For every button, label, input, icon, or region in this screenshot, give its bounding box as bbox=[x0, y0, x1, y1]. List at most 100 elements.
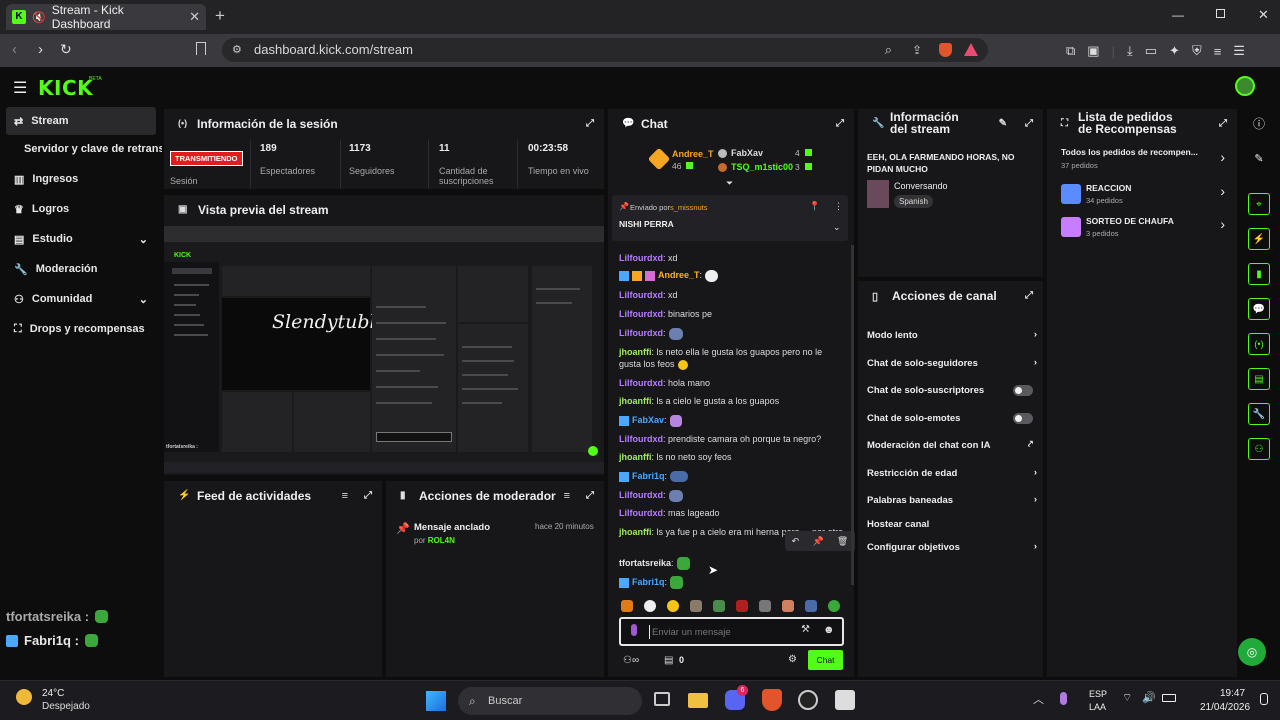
battery-icon[interactable] bbox=[1162, 694, 1176, 702]
emote-icon[interactable] bbox=[690, 600, 702, 612]
chat-username[interactable]: jhoanffi bbox=[619, 527, 652, 537]
chat-username[interactable]: Andree_T bbox=[658, 270, 700, 280]
nav-item-ingresos[interactable]: ▥ Ingresos bbox=[6, 165, 156, 193]
users-icon[interactable]: ⚇∞ bbox=[623, 655, 639, 666]
download-icon[interactable]: ⤓ bbox=[1127, 43, 1133, 59]
stream-preview-video[interactable]: Slendytubbies tfortatsreika : KICK bbox=[164, 226, 604, 473]
chat-username[interactable]: Lilfourdxd bbox=[619, 508, 663, 518]
extensions-icon[interactable]: ⧉ bbox=[1066, 43, 1075, 59]
help-fab-icon[interactable]: ◎ bbox=[1238, 638, 1266, 666]
send-chat-button[interactable]: Chat bbox=[808, 650, 843, 670]
emote-icon[interactable] bbox=[644, 600, 656, 612]
reply-icon[interactable]: ↶ bbox=[792, 536, 800, 547]
delete-icon[interactable]: 🗑 bbox=[837, 536, 848, 547]
site-info-icon[interactable]: ⚙ bbox=[232, 38, 242, 62]
emote-icon[interactable] bbox=[782, 600, 794, 612]
pinned-user[interactable]: s_missnuts bbox=[670, 203, 708, 212]
channel-action-host[interactable]: Hostear canal bbox=[867, 516, 1037, 532]
maximize-icon[interactable] bbox=[1216, 9, 1225, 18]
mod-username[interactable]: ROL4N bbox=[428, 536, 455, 545]
chat-username[interactable]: tfortatsreika bbox=[619, 558, 671, 568]
chat-username[interactable]: Lilfourdxd bbox=[619, 490, 663, 500]
channel-action-followers-only[interactable]: Chat de solo-seguidores › bbox=[867, 355, 1037, 371]
expand-icon[interactable]: ⤢ bbox=[1219, 118, 1227, 129]
vpn-icon[interactable]: ⛨ bbox=[1192, 43, 1202, 59]
obs-icon[interactable] bbox=[798, 690, 818, 710]
nav-item-logros[interactable]: ♛ Logros bbox=[6, 195, 156, 223]
chat-input-box[interactable]: ⚒ ☻ bbox=[619, 617, 844, 646]
user-avatar[interactable] bbox=[1235, 76, 1255, 96]
filter-icon[interactable]: ≡ bbox=[564, 490, 570, 502]
mute-tab-icon[interactable]: 🔇 bbox=[32, 11, 46, 24]
quick-action-icon[interactable]: ⚡ bbox=[1248, 228, 1270, 250]
chat-scrollbar[interactable] bbox=[851, 245, 854, 585]
emote-icon[interactable] bbox=[736, 600, 748, 612]
expand-icon[interactable]: ⤢ bbox=[364, 490, 372, 501]
notifications-icon[interactable] bbox=[1260, 693, 1268, 705]
taskbar-search[interactable]: ⌕ Buscar bbox=[458, 687, 642, 715]
file-explorer-icon[interactable] bbox=[688, 693, 708, 708]
pin-message-icon[interactable]: 📌 bbox=[812, 536, 823, 547]
reload-icon[interactable]: ↻ bbox=[60, 41, 72, 58]
reward-item[interactable]: REACCION 34 pedidos › bbox=[1061, 181, 1225, 209]
expand-icon[interactable]: ⤢ bbox=[586, 118, 594, 129]
brave-shield-icon[interactable] bbox=[939, 43, 952, 57]
chat-username[interactable]: Lilfourdxd bbox=[619, 253, 663, 263]
chat-username[interactable]: jhoanffi bbox=[619, 347, 652, 357]
browser-tab[interactable]: K 🔇 Stream - Kick Dashboard ✕ bbox=[6, 3, 206, 31]
magic-icon[interactable]: ⚒ bbox=[801, 624, 810, 635]
channel-action-ai-moderation[interactable]: Moderación del chat con IA ⤤ bbox=[867, 437, 1037, 453]
close-tab-icon[interactable]: ✕ bbox=[189, 9, 200, 25]
emoji-picker-icon[interactable]: ☻ bbox=[823, 624, 835, 636]
wifi-icon[interactable]: ⌔ bbox=[1122, 691, 1132, 705]
clock-time[interactable]: 19:47 bbox=[1220, 688, 1245, 699]
edit-layout-icon[interactable]: ✎ bbox=[1248, 147, 1270, 169]
emote-icon[interactable] bbox=[805, 600, 817, 612]
expand-icon[interactable]: ⤢ bbox=[1025, 290, 1033, 301]
forward-icon[interactable]: › bbox=[38, 41, 43, 58]
chat-username[interactable]: Lilfourdxd bbox=[619, 378, 663, 388]
sidebar-toggle-icon[interactable]: ≡ bbox=[1214, 44, 1222, 59]
clip-icon[interactable]: ⌖ bbox=[1248, 193, 1270, 215]
zoom-icon[interactable]: ⌕ bbox=[885, 38, 892, 62]
emote-icon[interactable] bbox=[713, 600, 725, 612]
more-options-icon[interactable]: ⋮ bbox=[834, 201, 843, 212]
broadcast-icon[interactable]: (•) bbox=[1248, 333, 1270, 355]
community-panel-icon[interactable]: ⚇ bbox=[1248, 438, 1270, 460]
edit-icon[interactable]: ✎ bbox=[999, 118, 1007, 129]
leo-ai-icon[interactable]: ✦ bbox=[1169, 43, 1180, 59]
chat-username[interactable]: Lilfourdxd bbox=[619, 434, 663, 444]
kick-logo[interactable]: KICK bbox=[38, 76, 93, 100]
expand-icon[interactable]: ⤢ bbox=[836, 118, 844, 129]
nav-item-drops[interactable]: ⛶ Drops y recompensas bbox=[6, 315, 156, 343]
nav-item-estudio[interactable]: ▤ Estudio ⌄ bbox=[6, 225, 156, 253]
category-name[interactable]: Conversando bbox=[894, 181, 948, 191]
emote-icon[interactable] bbox=[667, 600, 679, 612]
chevron-down-icon[interactable]: ⌄ bbox=[833, 222, 841, 233]
filter-icon[interactable]: ≡ bbox=[342, 490, 348, 502]
menu-icon[interactable]: ☰ bbox=[1233, 43, 1245, 59]
minimize-icon[interactable]: — bbox=[1172, 8, 1184, 22]
channel-action-age-restriction[interactable]: Restricción de edad › bbox=[867, 465, 1037, 481]
wallet-icon[interactable]: ▭ bbox=[1145, 43, 1157, 59]
brave-rewards-icon[interactable] bbox=[964, 43, 978, 56]
bookmark-icon[interactable] bbox=[196, 42, 206, 55]
nav-item-stream[interactable]: ⇄ Stream bbox=[6, 107, 156, 135]
chat-popout-icon[interactable]: 💬 bbox=[1248, 298, 1270, 320]
brave-taskbar-icon[interactable] bbox=[762, 689, 782, 711]
chat-username[interactable]: Fabri1q bbox=[632, 577, 665, 587]
nav-item-comunidad[interactable]: ⚇ Comunidad ⌄ bbox=[6, 285, 156, 313]
info-icon[interactable]: ⓘ bbox=[1248, 112, 1270, 134]
share-icon[interactable]: ⇪ bbox=[912, 38, 922, 62]
weather-temp[interactable]: 24°C bbox=[42, 688, 64, 699]
expand-icon[interactable]: ⤢ bbox=[1025, 118, 1033, 129]
hamburger-menu-icon[interactable]: ☰ bbox=[13, 78, 27, 98]
close-window-icon[interactable]: ✕ bbox=[1258, 7, 1269, 23]
gifter-name[interactable]: TSQ_m1stic00 bbox=[731, 162, 793, 172]
unpin-icon[interactable]: 📍 bbox=[809, 201, 820, 212]
emotes-only-toggle[interactable] bbox=[1013, 413, 1033, 424]
nav-item-moderacion[interactable]: 🔧 Moderación bbox=[6, 255, 156, 283]
expand-icon[interactable]: ⤢ bbox=[586, 490, 594, 501]
app-icon[interactable] bbox=[835, 690, 855, 710]
channel-action-slow-mode[interactable]: Modo lento › bbox=[867, 327, 1037, 343]
